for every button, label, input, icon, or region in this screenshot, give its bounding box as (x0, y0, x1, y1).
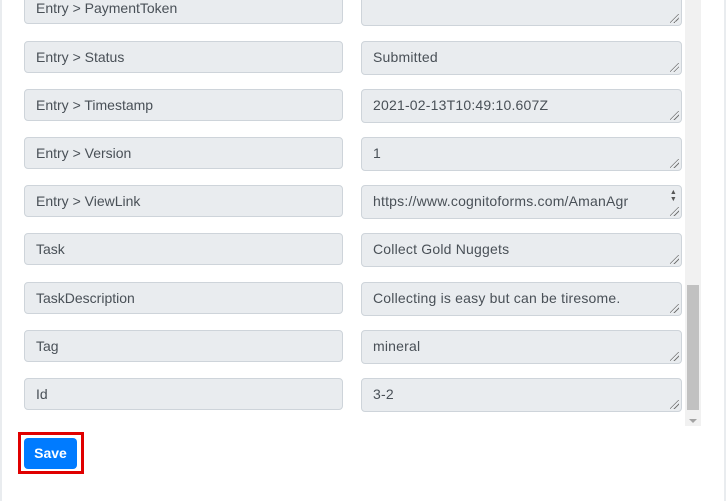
scrollbar-thumb[interactable] (687, 285, 699, 410)
field-value-text: mineral (373, 338, 421, 354)
resize-grip-icon[interactable] (670, 159, 679, 168)
field-row-version: Entry > Version 1 (24, 137, 682, 171)
field-value-textarea[interactable] (361, 0, 682, 26)
spinner-arrows-icon[interactable]: ▲ ▼ (669, 189, 678, 203)
field-value-textarea[interactable]: 3-2 (361, 378, 682, 412)
field-label: Entry > Version (24, 137, 343, 169)
field-row-timestamp: Entry > Timestamp 2021-02-13T10:49:10.60… (24, 89, 682, 123)
field-value-text: 1 (373, 145, 381, 161)
resize-grip-icon[interactable] (670, 352, 679, 361)
field-label: Id (24, 378, 343, 410)
field-label: Tag (24, 330, 343, 362)
field-value-text: 2021-02-13T10:49:10.607Z (373, 97, 549, 113)
field-value-textarea[interactable]: Submitted (361, 41, 682, 75)
field-value-textarea[interactable]: Collect Gold Nuggets (361, 233, 682, 267)
field-row-viewlink: Entry > ViewLink https://www.cognitoform… (24, 185, 682, 219)
field-value-text: https://www.cognitoforms.com/AmanAgr (373, 193, 629, 209)
resize-grip-icon[interactable] (670, 304, 679, 313)
field-value-textarea[interactable]: Collecting is easy but can be tiresome. (361, 282, 682, 316)
field-value-textarea[interactable]: mineral (361, 330, 682, 364)
field-row-tag: Tag mineral (24, 330, 682, 364)
resize-grip-icon[interactable] (670, 255, 679, 264)
resize-grip-icon[interactable] (670, 207, 679, 216)
field-row-status: Entry > Status Submitted (24, 41, 682, 75)
field-row-task-description: TaskDescription Collecting is easy but c… (24, 282, 682, 316)
field-row-id: Id 3-2 (24, 378, 682, 412)
field-value-text: Collect Gold Nuggets (373, 241, 510, 257)
field-label: Task (24, 233, 343, 265)
field-value-text: 3-2 (373, 386, 394, 402)
field-value-text: Submitted (373, 49, 438, 65)
resize-grip-icon[interactable] (670, 400, 679, 409)
field-label: Entry > Status (24, 41, 343, 73)
field-value-textarea[interactable]: https://www.cognitoforms.com/AmanAgr ▲ ▼ (361, 185, 682, 219)
field-label: Entry > PaymentToken (24, 0, 343, 24)
field-row-payment-token: Entry > PaymentToken (24, 0, 682, 26)
field-label: Entry > ViewLink (24, 185, 343, 217)
mapping-form-page: Entry > PaymentToken Entry > Status Subm… (0, 0, 726, 501)
vertical-scrollbar[interactable] (685, 0, 701, 426)
field-label: Entry > Timestamp (24, 89, 343, 121)
scroll-down-arrow-icon[interactable] (689, 419, 697, 423)
resize-grip-icon[interactable] (670, 111, 679, 120)
field-label: TaskDescription (24, 282, 343, 314)
save-button[interactable]: Save (24, 438, 77, 469)
field-value-textarea[interactable]: 1 (361, 137, 682, 171)
field-row-task: Task Collect Gold Nuggets (24, 233, 682, 267)
resize-grip-icon[interactable] (670, 63, 679, 72)
field-value-textarea[interactable]: 2021-02-13T10:49:10.607Z (361, 89, 682, 123)
field-mapping-list[interactable]: Entry > PaymentToken Entry > Status Subm… (0, 0, 702, 426)
resize-grip-icon[interactable] (670, 14, 679, 23)
field-value-text: Collecting is easy but can be tiresome. (373, 290, 621, 306)
